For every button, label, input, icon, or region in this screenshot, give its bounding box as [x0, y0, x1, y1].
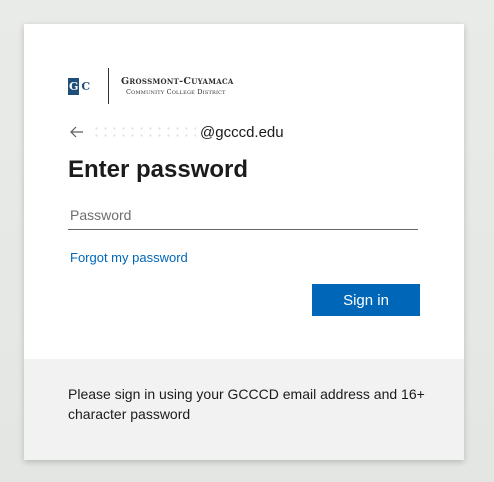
footer-panel: Please sign in using your GCCCD email ad… — [24, 359, 464, 460]
logo-text: Grossmont-Cuyamaca Community College Dis… — [121, 76, 234, 96]
account-identity: @gcccd.edu — [68, 121, 284, 143]
arrow-left-icon[interactable] — [68, 123, 86, 141]
logo-mark-icon: G C — [68, 77, 91, 95]
org-subtitle: Community College District — [126, 88, 226, 96]
org-name: Grossmont-Cuyamaca — [121, 76, 234, 87]
forgot-password-link[interactable]: Forgot my password — [70, 250, 188, 265]
password-input[interactable] — [68, 200, 418, 230]
sign-in-button[interactable]: Sign in — [312, 284, 420, 316]
redacted-username — [92, 125, 196, 139]
sign-in-card: G C Grossmont-Cuyamaca Community College… — [24, 24, 464, 460]
footer-message: Please sign in using your GCCCD email ad… — [68, 386, 425, 422]
logo-letter-c: C — [79, 77, 91, 95]
org-logo: G C Grossmont-Cuyamaca Community College… — [68, 68, 234, 104]
logo-divider — [108, 68, 109, 104]
logo-letter-g: G — [68, 77, 80, 95]
email-domain: @gcccd.edu — [200, 123, 284, 141]
page-title: Enter password — [68, 156, 249, 183]
